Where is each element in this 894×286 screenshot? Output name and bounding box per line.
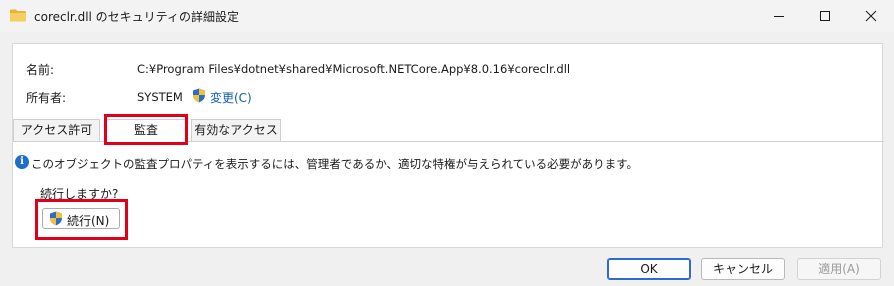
name-label: 名前: (26, 63, 55, 77)
info-icon: i (15, 155, 29, 169)
apply-button[interactable]: 適用(A) (797, 258, 881, 280)
maximize-icon (820, 11, 830, 21)
tab-label: 監査 (133, 123, 158, 137)
continue-prompt: 続行しますか? (40, 187, 119, 201)
owner-label: 所有者: (26, 91, 67, 105)
change-owner-link[interactable]: 変更(C) (210, 89, 252, 106)
content-panel: 名前: C:¥Program Files¥dotnet¥shared¥Micro… (12, 43, 884, 248)
uac-shield-icon (193, 88, 205, 103)
maximize-button[interactable] (802, 0, 848, 32)
cancel-button[interactable]: キャンセル (701, 258, 785, 280)
continue-button[interactable]: 続行(N) (42, 208, 120, 229)
minimize-button[interactable] (756, 0, 802, 32)
ok-button-label: OK (640, 262, 658, 276)
close-icon (865, 10, 877, 22)
name-value: C:¥Program Files¥dotnet¥shared¥Microsoft… (137, 62, 571, 76)
info-message: このオブジェクトの監査プロパティを表示するには、管理者であるか、適切な特権が与え… (31, 157, 638, 171)
title-bar: coreclr.dll のセキュリティの詳細設定 (0, 0, 894, 32)
close-button[interactable] (848, 0, 894, 32)
tab-label: アクセス許可 (20, 123, 93, 137)
owner-value: SYSTEM (137, 90, 183, 104)
folder-icon (10, 9, 26, 22)
window-title: coreclr.dll のセキュリティの詳細設定 (34, 10, 239, 24)
apply-button-label: 適用(A) (818, 262, 860, 276)
continue-button-label: 続行(N) (67, 214, 110, 228)
tab-label: 有効なアクセス (194, 123, 278, 137)
minimize-icon (774, 16, 784, 17)
tab-audit[interactable]: 監査 (104, 119, 188, 142)
tab-permissions[interactable]: アクセス許可 (13, 119, 100, 141)
tab-effective-access[interactable]: 有効なアクセス (191, 119, 281, 141)
cancel-button-label: キャンセル (712, 262, 773, 276)
uac-shield-icon (50, 211, 62, 226)
tab-strip: アクセス許可 監査 有効なアクセス (13, 119, 884, 142)
ok-button[interactable]: OK (607, 258, 691, 280)
